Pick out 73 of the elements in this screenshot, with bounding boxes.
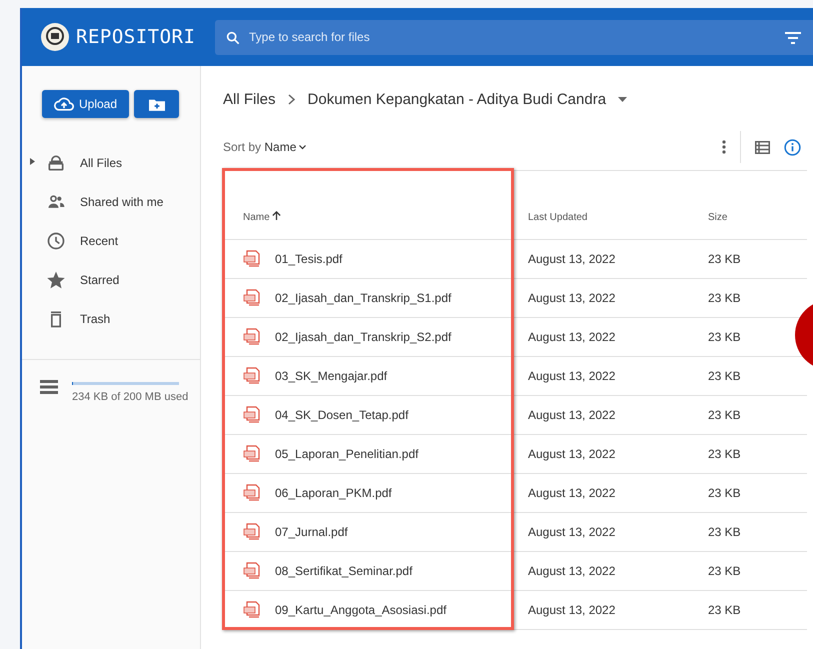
size-cell: 23 KB [708,408,741,422]
breadcrumb-item[interactable]: Dokumen Kepangkatan - Aditya Budi Candra [308,90,606,108]
size-cell: 23 KB [708,291,741,305]
breadcrumb-item[interactable]: All Files [223,90,276,108]
pdf-file-icon [243,406,261,424]
size-cell: 23 KB [708,252,741,266]
file-name[interactable]: 09_Kartu_Anggota_Asosiasi.pdf [275,603,446,617]
sort-control[interactable]: Sort by Name [223,140,296,154]
file-name[interactable]: 05_Laporan_Penelitian.pdf [275,447,418,461]
nav-item[interactable]: Trash [22,299,200,338]
date-cell: August 13, 2022 [528,291,616,305]
file-name[interactable]: 08_Sertifikat_Seminar.pdf [275,564,412,578]
file-name[interactable]: 02_Ijasah_dan_Transkrip_S2.pdf [275,330,452,344]
file-name[interactable]: 01_Tesis.pdf [275,252,342,266]
pdf-file-icon [243,250,261,268]
pdf-file-icon [243,328,261,346]
size-cell: 23 KB [708,369,741,383]
date-cell: August 13, 2022 [528,603,616,617]
date-cell: August 13, 2022 [528,447,616,461]
file-name[interactable]: 04_SK_Dosen_Tetap.pdf [275,408,408,422]
date-cell: August 13, 2022 [528,408,616,422]
file-name[interactable]: 03_SK_Mengajar.pdf [275,369,388,383]
cloud-upload-icon [54,97,74,111]
file-name[interactable]: 06_Laporan_PKM.pdf [275,486,392,500]
new-folder-button[interactable] [134,90,180,118]
caret-icon[interactable] [299,144,306,150]
drive-icon [46,152,66,172]
list-view-icon[interactable] [755,140,770,154]
search-icon [225,30,241,46]
size-cell: 23 KB [708,603,741,617]
date-cell: August 13, 2022 [528,252,616,266]
nav-item[interactable]: Recent [22,221,200,260]
chevron-icon [288,94,296,104]
size-cell: 23 KB [708,330,741,344]
info-icon[interactable] [784,138,801,156]
pdf-file-icon [243,484,261,502]
nav-item[interactable]: Starred [22,260,200,299]
date-cell: August 13, 2022 [528,369,616,383]
pdf-file-icon [243,445,261,463]
file-name[interactable]: 07_Jurnal.pdf [275,525,348,539]
expand-arrow-icon[interactable] [30,158,35,165]
filter-icon[interactable] [785,32,801,44]
date-cell: August 13, 2022 [528,525,616,539]
column-header[interactable]: Name [243,212,270,223]
star-icon [46,270,66,290]
file-name[interactable]: 02_Ijasah_dan_Transkrip_S1.pdf [275,291,452,305]
size-cell: 23 KB [708,486,741,500]
upload-button[interactable]: Upload [42,90,130,118]
column-header[interactable]: Size [708,212,728,222]
folder-plus-icon [148,98,165,110]
more-icon[interactable] [722,140,726,154]
size-cell: 23 KB [708,525,741,539]
storage-text: 234 KB of 200 MB used [72,391,188,403]
date-cell: August 13, 2022 [528,330,616,344]
emblem-logo [40,22,70,52]
date-cell: August 13, 2022 [528,564,616,578]
date-cell: August 13, 2022 [528,486,616,500]
sort-arrow-icon [272,211,282,220]
size-cell: 23 KB [708,447,741,461]
column-header[interactable]: Last Updated [528,212,588,222]
nav-item[interactable]: All Files [22,143,200,182]
search-field[interactable]: Type to search for files [215,20,813,54]
pdf-file-icon [243,523,261,541]
pdf-file-icon [243,601,261,619]
size-cell: 23 KB [708,564,741,578]
nav-item[interactable]: Shared with me [22,182,200,221]
app-title: REPOSITORI [76,26,196,48]
storage-icon [40,380,58,394]
clock-icon [46,230,66,250]
pdf-file-icon [243,289,261,307]
pdf-file-icon [243,562,261,580]
dropdown-icon[interactable] [618,96,628,102]
pdf-file-icon [243,367,261,385]
